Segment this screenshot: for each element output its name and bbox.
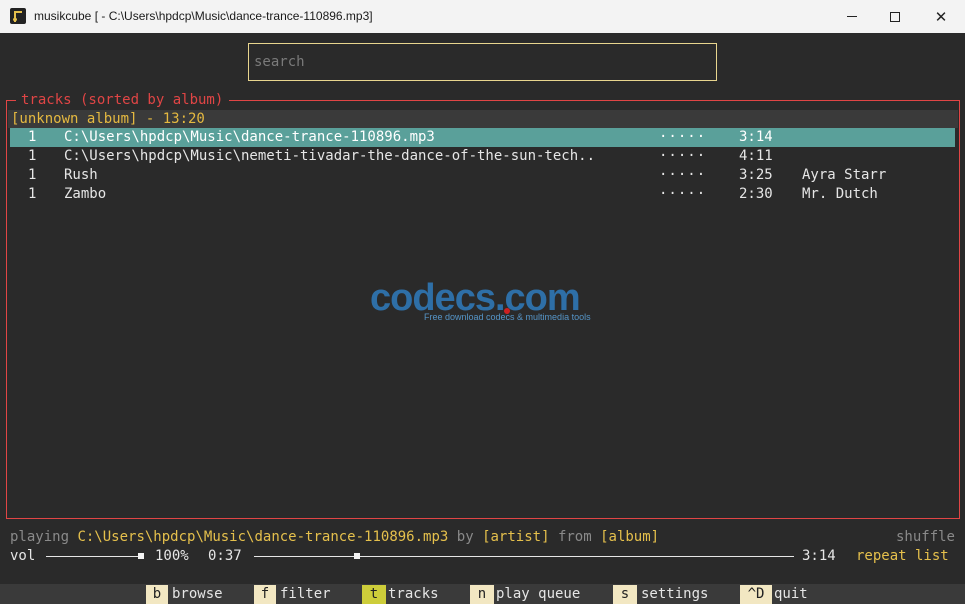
track-number: 1	[28, 186, 37, 202]
maximize-button[interactable]	[872, 0, 918, 33]
hotkey-quit-label[interactable]: quit	[774, 585, 808, 604]
album-header[interactable]: [unknown album] - 13:20	[8, 110, 958, 128]
track-number: 1	[28, 148, 37, 164]
track-rating: ·····	[659, 186, 707, 202]
maximize-icon	[890, 11, 900, 22]
track-duration: 4:11	[739, 148, 773, 164]
by-label: by	[456, 529, 474, 545]
hotkey-settings-key[interactable]: s	[613, 585, 637, 604]
track-artist: Mr. Dutch	[802, 186, 878, 202]
tracks-panel-title: tracks (sorted by album)	[16, 91, 230, 110]
track-artist: Ayra Starr	[802, 167, 887, 183]
total-time: 3:14	[802, 548, 836, 564]
track-row[interactable]: 1 Rush ····· 3:25 Ayra Starr	[10, 166, 955, 185]
track-title: C:\Users\hpdcp\Music\nemeti-tivadar-the-…	[64, 148, 596, 164]
hotkey-tracks-key[interactable]: t	[362, 585, 386, 604]
playing-label: playing	[10, 529, 70, 545]
hotkey-bar: b browse f filter t tracks n play queue s setting…	[0, 584, 965, 604]
watermark-subtitle: Free download codecs & multimedia tools	[424, 312, 591, 322]
watermark-logo: codecs.com Free download codecs & multim…	[370, 278, 591, 322]
hotkey-tracks-label[interactable]: tracks	[388, 585, 439, 604]
track-number: 1	[28, 167, 37, 183]
now-playing-status: playing C:\Users\hpdcp\Music\dance-tranc…	[10, 528, 955, 547]
hotkey-settings-label[interactable]: settings	[641, 585, 708, 604]
track-duration: 3:25	[739, 167, 773, 183]
minimize-icon	[847, 16, 857, 17]
hotkey-filter-key[interactable]: f	[254, 585, 276, 604]
playing-album: [album]	[600, 529, 660, 545]
track-row[interactable]: 1 Zambo ····· 2:30 Mr. Dutch	[10, 185, 955, 204]
seek-slider[interactable]	[254, 556, 794, 557]
hotkey-browse-key[interactable]: b	[146, 585, 168, 604]
close-icon: ✕	[934, 8, 948, 26]
elapsed-time: 0:37	[208, 548, 242, 564]
playing-artist: [artist]	[482, 529, 550, 545]
playback-bar: vol 100% 0:37 3:14 repeat list	[10, 547, 955, 566]
track-title: C:\Users\hpdcp\Music\dance-trance-110896…	[64, 129, 435, 145]
seek-knob[interactable]	[353, 553, 360, 559]
close-button[interactable]: ✕	[918, 0, 964, 33]
track-row[interactable]: 1 C:\Users\hpdcp\Music\nemeti-tivadar-the…	[10, 147, 955, 166]
hotkey-play-queue-key[interactable]: n	[470, 585, 494, 604]
repeat-toggle[interactable]: repeat list	[856, 547, 949, 566]
volume-label: vol	[10, 548, 36, 564]
volume-knob[interactable]	[138, 553, 144, 559]
window-title: musikcube [ - C:\Users\hpdcp\Music\dance…	[34, 9, 373, 23]
track-duration: 3:14	[739, 129, 773, 145]
search-input[interactable]	[248, 43, 717, 81]
track-title: Zambo	[64, 186, 107, 202]
track-rating: ·····	[659, 129, 707, 145]
track-title: Rush	[64, 167, 98, 183]
volume-slider[interactable]	[46, 556, 144, 557]
hotkey-filter-label[interactable]: filter	[280, 585, 331, 604]
track-rating: ·····	[659, 167, 707, 183]
playing-track: C:\Users\hpdcp\Music\dance-trance-110896…	[77, 529, 449, 545]
minimize-button[interactable]	[829, 0, 875, 33]
hotkey-quit-key[interactable]: ^D	[740, 585, 772, 604]
shuffle-toggle[interactable]: shuffle	[896, 528, 955, 547]
from-label: from	[557, 529, 592, 545]
title-bar: musikcube [ - C:\Users\hpdcp\Music\dance…	[0, 0, 965, 33]
track-rating: ·····	[659, 148, 707, 164]
hotkey-play-queue-label[interactable]: play queue	[496, 585, 580, 604]
track-number: 1	[28, 129, 37, 145]
hotkey-browse-label[interactable]: browse	[172, 585, 223, 604]
track-duration: 2:30	[739, 186, 773, 202]
music-note-icon	[10, 8, 26, 24]
volume-value: 100%	[155, 548, 189, 564]
track-row[interactable]: 1 C:\Users\hpdcp\Music\dance-trance-11089…	[10, 128, 955, 147]
